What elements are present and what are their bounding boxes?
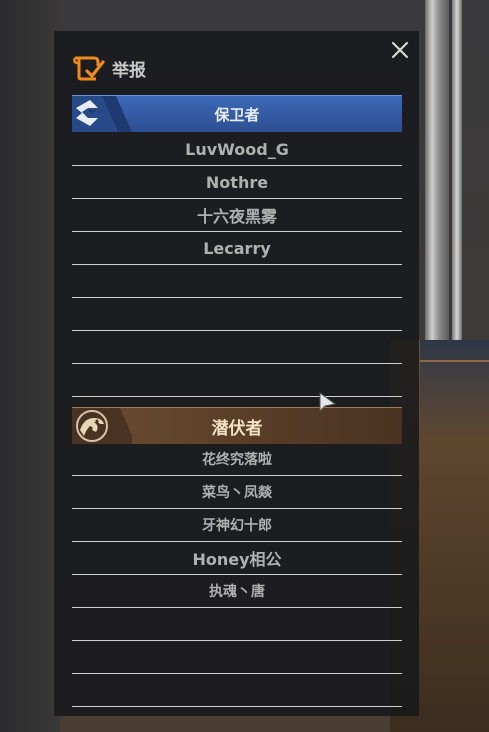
background-wall [0,0,60,732]
player-row[interactable]: 十六夜黑雾 [72,199,402,232]
player-row-empty [72,364,402,397]
player-row[interactable]: 花终究落啦 [72,443,402,476]
player-row[interactable]: 牙神幻十郎 [72,509,402,542]
player-list-defender: LuvWood_G Nothre 十六夜黑雾 Lecarry [72,133,402,397]
player-row-empty [72,674,402,707]
team-header-defender: 保卫者 [72,95,402,132]
team-header-lurker: 潜伏者 [72,407,402,444]
player-row[interactable]: Lecarry [72,232,402,265]
dialog-header: 举报 [72,53,146,83]
player-row[interactable]: LuvWood_G [72,133,402,166]
report-dialog: 举报 保卫者 LuvWood_G Nothre 十六夜黑雾 Lecarry 潜伏… [54,31,419,716]
report-flag-icon [73,56,105,81]
player-row-empty [72,298,402,331]
background-wood-edge [420,360,489,362]
player-row[interactable]: 执魂丶唐 [72,575,402,608]
team-name-lurker: 潜伏者 [211,418,263,439]
player-row-empty [72,608,402,641]
player-row[interactable]: Nothre [72,166,402,199]
background-pillar-thin [452,0,462,340]
player-row-empty [72,265,402,298]
team-name-defender: 保卫者 [214,105,260,124]
background-pillar [425,0,449,340]
player-row[interactable]: 菜鸟丶凤燚 [72,476,402,509]
player-row-empty [72,331,402,364]
mouse-cursor-icon [319,392,337,413]
lurker-emblem-icon [72,408,132,444]
defender-emblem-icon [72,96,132,132]
player-row[interactable]: Honey相公 [72,542,402,575]
player-list-lurker: 花终究落啦 菜鸟丶凤燚 牙神幻十郎 Honey相公 执魂丶唐 [72,443,402,707]
game-scene: 举报 保卫者 LuvWood_G Nothre 十六夜黑雾 Lecarry 潜伏… [0,0,489,732]
dialog-title: 举报 [112,60,146,81]
background-shade [420,340,489,440]
close-icon[interactable] [389,39,411,61]
player-row-empty [72,641,402,674]
